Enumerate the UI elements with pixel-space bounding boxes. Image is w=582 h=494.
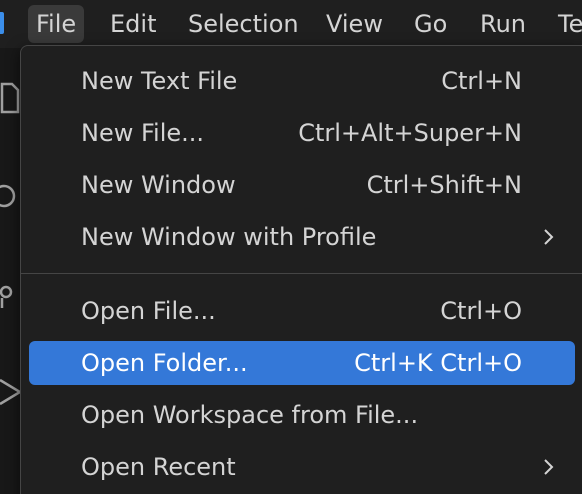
run-debug-icon[interactable] [0, 372, 22, 412]
menu-item-open-file[interactable]: Open File... Ctrl+O [29, 289, 575, 333]
menu-item-new-window-with-profile[interactable]: New Window with Profile [29, 215, 575, 259]
menu-item-new-text-file[interactable]: New Text File Ctrl+N [29, 59, 575, 103]
menu-file[interactable]: File [28, 5, 85, 43]
menu-item-label: New Window with Profile [81, 223, 377, 251]
menu-item-shortcut: Ctrl+Alt+Super+N [298, 119, 522, 147]
menu-edit[interactable]: Edit [102, 5, 164, 43]
menu-view[interactable]: View [318, 5, 391, 43]
menu-item-shortcut: Ctrl+N [441, 67, 522, 95]
menu-item-label: New Text File [81, 67, 238, 95]
search-icon[interactable] [0, 176, 22, 216]
app-window: File Edit Selection View Go Run Te New T… [0, 0, 582, 494]
menu-item-new-file[interactable]: New File... Ctrl+Alt+Super+N [29, 111, 575, 155]
menu-item-label: Open Folder... [81, 349, 248, 377]
activity-bar [0, 48, 22, 494]
menu-item-open-folder[interactable]: Open Folder... Ctrl+K Ctrl+O [29, 341, 575, 385]
explorer-icon[interactable] [0, 78, 22, 118]
menu-item-label: Open Recent [81, 453, 236, 481]
menu-selection[interactable]: Selection [180, 5, 307, 43]
menu-item-shortcut: Ctrl+Shift+N [366, 171, 522, 199]
menubar: File Edit Selection View Go Run Te [0, 0, 582, 48]
menu-item-shortcut: Ctrl+O [440, 297, 522, 325]
menu-item-label: New File... [81, 119, 205, 147]
menu-item-label: Open Workspace from File... [81, 401, 419, 429]
menu-item-open-recent[interactable]: Open Recent [29, 445, 575, 489]
source-control-icon[interactable] [0, 274, 22, 314]
window-accent-marker [0, 12, 4, 34]
menu-item-label: New Window [81, 171, 236, 199]
chevron-right-icon [544, 459, 554, 475]
menu-item-new-window[interactable]: New Window Ctrl+Shift+N [29, 163, 575, 207]
chevron-right-icon [544, 229, 554, 245]
menu-item-label: Open File... [81, 297, 216, 325]
menu-separator [21, 273, 582, 274]
menu-run[interactable]: Run [472, 5, 534, 43]
menu-go[interactable]: Go [406, 5, 455, 43]
menu-item-shortcut: Ctrl+K Ctrl+O [354, 349, 522, 377]
menu-item-open-workspace-from-file[interactable]: Open Workspace from File... [29, 393, 575, 437]
file-menu-dropdown: New Text File Ctrl+N New File... Ctrl+Al… [20, 45, 582, 494]
menu-terminal[interactable]: Te [550, 5, 582, 43]
